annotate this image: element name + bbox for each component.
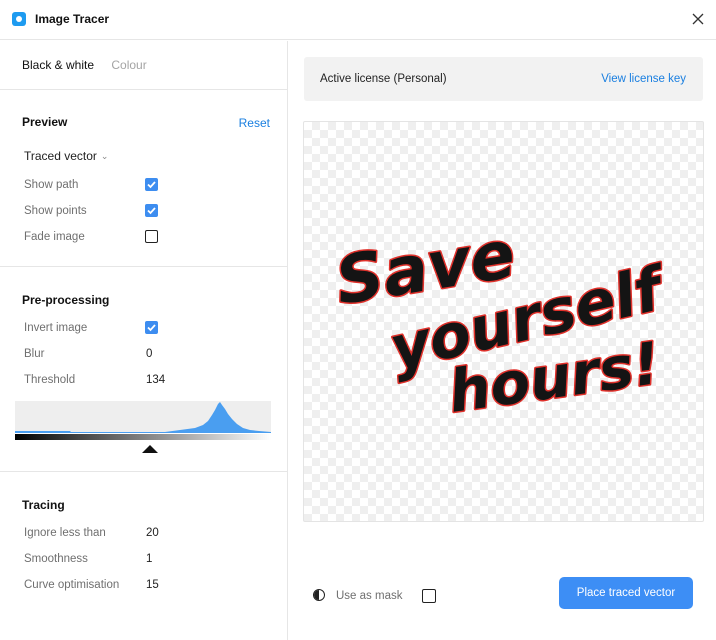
divider [0, 471, 287, 472]
app-icon [12, 12, 26, 26]
curve-optimisation-label: Curve optimisation [24, 579, 120, 591]
app-title: Image Tracer [35, 12, 110, 26]
settings-panel: Black & white Colour Preview Reset Trace… [0, 41, 288, 640]
invert-image-checkbox[interactable] [145, 321, 158, 334]
smoothness-value[interactable]: 1 [146, 553, 152, 565]
reset-link[interactable]: Reset [239, 116, 270, 130]
threshold-value[interactable]: 134 [146, 374, 165, 386]
use-as-mask-checkbox[interactable] [422, 589, 436, 603]
show-path-label: Show path [24, 179, 79, 191]
view-license-key-link[interactable]: View license key [601, 73, 686, 85]
show-path-checkbox[interactable] [145, 178, 158, 191]
tab-black-white[interactable]: Black & white [22, 58, 94, 72]
dropdown-value: Traced vector [24, 149, 97, 163]
show-points-checkbox[interactable] [145, 204, 158, 217]
blur-value[interactable]: 0 [146, 348, 152, 360]
license-status: Active license (Personal) [320, 73, 447, 85]
close-icon[interactable] [690, 11, 706, 27]
preview-title: Preview [22, 115, 68, 129]
use-as-mask-label: Use as mask [336, 590, 403, 602]
threshold-gradient-bar [15, 434, 271, 440]
tab-colour[interactable]: Colour [111, 58, 146, 72]
histogram-area [15, 402, 271, 433]
ignore-less-than-value[interactable]: 20 [146, 527, 159, 539]
ignore-less-than-label: Ignore less than [24, 527, 106, 539]
title-bar: Image Tracer [0, 0, 716, 40]
traced-vector-preview: Save yourself hours! [329, 214, 676, 427]
divider [0, 89, 287, 90]
trace-preview-canvas: Save yourself hours! [303, 121, 704, 522]
preview-mode-dropdown[interactable]: Traced vector ⌄ [24, 149, 108, 163]
smoothness-label: Smoothness [24, 553, 88, 565]
blur-label: Blur [24, 348, 45, 360]
luminance-histogram [15, 401, 271, 433]
fade-image-label: Fade image [24, 231, 85, 243]
place-traced-vector-button[interactable]: Place traced vector [559, 577, 693, 609]
threshold-slider-handle[interactable] [142, 445, 158, 453]
threshold-label: Threshold [24, 374, 76, 386]
preprocessing-title: Pre-processing [22, 293, 110, 307]
invert-image-label: Invert image [24, 322, 88, 334]
fade-image-checkbox[interactable] [145, 230, 158, 243]
curve-optimisation-value[interactable]: 15 [146, 579, 159, 591]
divider [0, 266, 287, 267]
license-bar: Active license (Personal) View license k… [304, 57, 703, 101]
mode-tabs: Black & white Colour [22, 58, 161, 72]
half-circle-mask-icon [313, 589, 325, 601]
chevron-down-icon: ⌄ [100, 151, 109, 161]
show-points-label: Show points [24, 205, 87, 217]
tracing-title: Tracing [22, 498, 65, 512]
preview-area: Active license (Personal) View license k… [289, 41, 716, 640]
